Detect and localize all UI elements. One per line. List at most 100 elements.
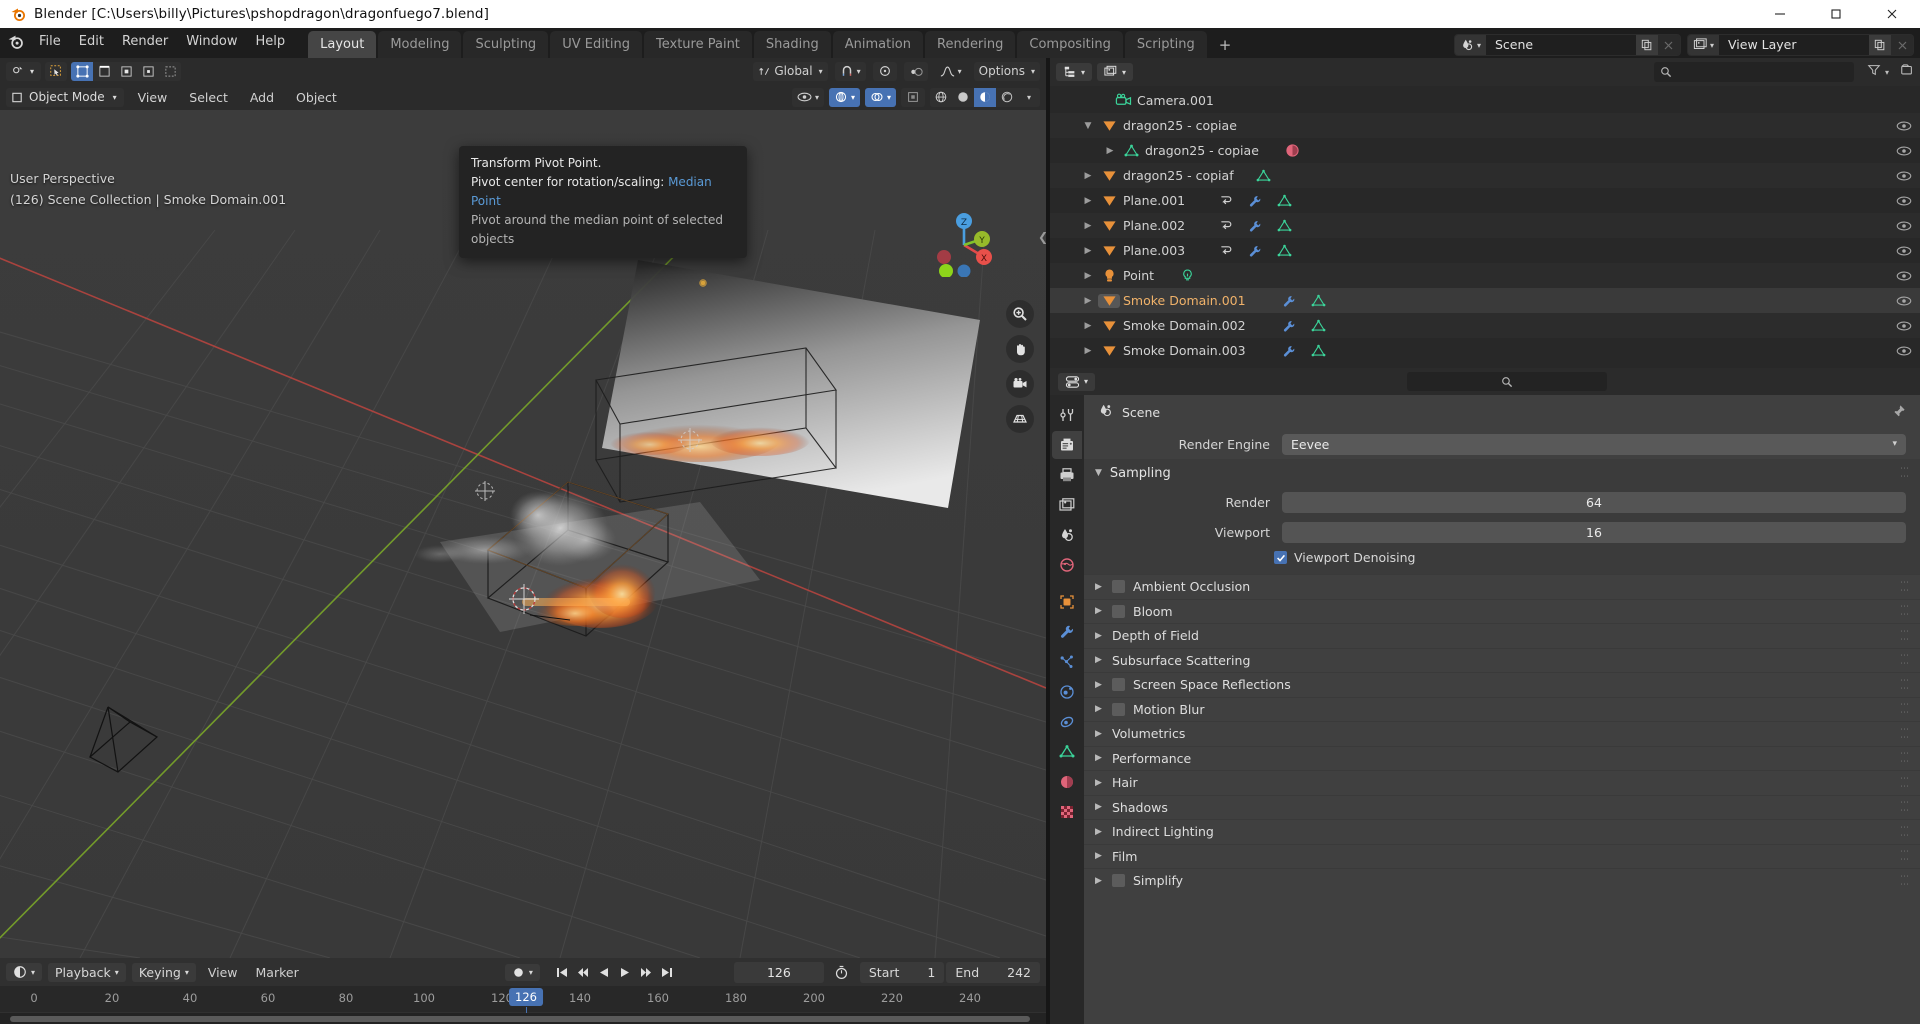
playback-menu[interactable]: Playback ▾ (48, 962, 126, 982)
tab-layout[interactable]: Layout (308, 31, 377, 58)
viewport-menu-object[interactable]: Object (288, 90, 345, 105)
add-workspace-button[interactable]: + (1209, 32, 1242, 58)
ortho-perspective-icon[interactable] (1006, 405, 1034, 433)
jump-to-start-icon[interactable] (552, 962, 572, 982)
chevron-right-icon[interactable]: ▶ (1078, 221, 1098, 231)
mesh-data-icon[interactable] (1311, 319, 1326, 333)
edge-select-icon[interactable] (93, 61, 116, 81)
outliner-row-dragon25-copiae[interactable]: ▼ dragon25 - copiae (1050, 113, 1920, 138)
3d-viewport[interactable]: ▾ Global ▾ ▾ ▾ Options ▾ Object Mode ▾ V… (0, 58, 1046, 958)
select-mode-group[interactable] (45, 61, 68, 81)
transform-orientation-selector[interactable]: Global ▾ (753, 61, 828, 81)
chevron-right-icon[interactable]: ▶ (1078, 171, 1098, 181)
mesh-data-icon[interactable] (1311, 344, 1326, 358)
face-dot-select-icon[interactable] (137, 61, 160, 81)
snapping-magnet-button[interactable]: ▾ (834, 61, 866, 81)
tab-scene[interactable] (1052, 521, 1082, 549)
mesh-data-icon[interactable] (1277, 194, 1292, 208)
outliner-row-camera-001[interactable]: Camera.001 (1050, 88, 1920, 113)
next-keyframe-icon[interactable] (636, 962, 656, 982)
bloom-checkbox[interactable] (1112, 604, 1125, 618)
outliner-row-smoke-domain-002[interactable]: ▶ Smoke Domain.002 (1050, 313, 1920, 338)
panel-simplify[interactable]: ▶ Simplify ⋯ ⋯ (1084, 868, 1920, 893)
panel-subsurface-scattering[interactable]: ▶ Subsurface Scattering ⋯ ⋯ (1084, 647, 1920, 673)
navigation-gizmo[interactable]: Z X Y (924, 205, 996, 278)
properties-search-input[interactable] (1406, 372, 1607, 391)
tab-animation[interactable]: Animation (832, 31, 923, 58)
outliner-row-visibility[interactable] (1896, 120, 1912, 132)
panel-shadows[interactable]: ▶ Shadows ⋯ ⋯ (1084, 794, 1920, 820)
tab-output[interactable] (1052, 461, 1082, 489)
viewport-options-button[interactable]: Options ▾ (973, 61, 1040, 81)
tab-constraints[interactable] (1052, 708, 1082, 736)
outliner-row-visibility[interactable] (1896, 245, 1912, 257)
tab-texture[interactable] (1052, 798, 1082, 826)
timeline-scrollbar-track[interactable] (0, 1013, 1046, 1024)
tab-object[interactable] (1052, 588, 1082, 616)
timeline-ruler[interactable]: 0 20 40 60 80 100 120 140 160 180 200 22… (0, 986, 1046, 1013)
keying-menu[interactable]: Keying ▾ (131, 962, 196, 982)
shading-mode-group[interactable]: ▾ (930, 87, 1040, 107)
outliner-row-plane-002[interactable]: ▶ Plane.002 (1050, 213, 1920, 238)
timeline-marker-menu[interactable]: Marker (250, 965, 305, 980)
panel-indirect-lighting[interactable]: ▶ Indirect Lighting ⋯ ⋯ (1084, 819, 1920, 844)
modifier-icon[interactable] (1248, 194, 1263, 208)
proportional-falloff-button[interactable]: ▾ (935, 62, 967, 81)
outliner-row-visibility[interactable] (1896, 295, 1912, 307)
viewport-menu-view[interactable]: View (130, 90, 176, 105)
scene-selector[interactable]: ▾ Scene (1453, 34, 1681, 56)
sampling-panel-header[interactable]: ▼ Sampling ⋯ ⋯ (1084, 459, 1920, 487)
outliner-row-plane-003[interactable]: ▶ Plane.003 (1050, 238, 1920, 263)
select-through-icon[interactable] (159, 61, 182, 81)
tab-modeling[interactable]: Modeling (378, 31, 462, 58)
blender-menu-logo-icon[interactable] (0, 28, 30, 58)
play-reverse-icon[interactable] (594, 962, 614, 982)
modifier-icon[interactable] (1282, 319, 1297, 333)
chevron-right-icon[interactable]: ▶ (1100, 146, 1120, 156)
panel-hair[interactable]: ▶ Hair ⋯ ⋯ (1084, 770, 1920, 795)
tab-rendering[interactable]: Rendering (925, 31, 1016, 58)
modifier-icon[interactable] (1248, 219, 1263, 233)
viewport-samples-field[interactable]: 16 (1282, 521, 1906, 543)
tab-texture-paint[interactable]: Texture Paint (644, 31, 752, 58)
tab-sculpting[interactable]: Sculpting (463, 31, 549, 58)
tab-particles[interactable] (1052, 648, 1082, 676)
rendered-shading-icon[interactable] (996, 87, 1018, 107)
outliner-row-dragon25-copiae-mesh[interactable]: ▶ dragon25 - copiae (1050, 138, 1920, 163)
timeline-view-menu[interactable]: View (202, 965, 244, 980)
screen-space-reflections-checkbox[interactable] (1112, 678, 1125, 692)
tab-physics[interactable] (1052, 678, 1082, 706)
modifier-icon[interactable] (1282, 344, 1297, 358)
outliner-row-visibility[interactable] (1896, 270, 1912, 282)
properties-editor[interactable]: ▾ Scene Render Engine Eevee ▾ ▼ Sampling… (1050, 368, 1920, 1024)
outliner-tree[interactable]: Camera.001 ▼ dragon25 - copiae ▶ dragon2… (1050, 86, 1920, 363)
outliner-search-input[interactable] (1653, 62, 1854, 82)
physics-icon[interactable] (1219, 194, 1234, 208)
outliner-filter-dropdown-icon[interactable]: ▾ (1885, 68, 1889, 77)
mesh-select-mode-group[interactable] (71, 61, 182, 81)
timeline-editor[interactable]: ▾ Playback ▾ Keying ▾ View Marker ▾ 126 … (0, 958, 1046, 1024)
outliner-row-visibility[interactable] (1896, 345, 1912, 357)
tab-material[interactable] (1052, 768, 1082, 796)
vertex-select-icon[interactable] (71, 61, 94, 81)
outliner-row-plane-001[interactable]: ▶ Plane.001 (1050, 188, 1920, 213)
viewport-denoising-checkbox[interactable] (1274, 551, 1287, 564)
tab-modifiers[interactable] (1052, 618, 1082, 646)
properties-editor-type-selector[interactable]: ▾ (1058, 372, 1096, 391)
overlays-toggle-button[interactable]: ▾ (864, 87, 896, 107)
material-icon[interactable] (1285, 143, 1300, 158)
mesh-data-icon[interactable] (1256, 169, 1271, 183)
physics-icon[interactable] (1219, 219, 1234, 233)
outliner-row-visibility[interactable] (1896, 320, 1912, 332)
view-layer-name[interactable]: View Layer (1719, 35, 1869, 55)
active-tool-button[interactable]: ▾ (6, 61, 42, 81)
chevron-right-icon[interactable]: ▶ (1078, 196, 1098, 206)
simplify-checkbox[interactable] (1112, 874, 1125, 888)
ambient-occlusion-checkbox[interactable] (1112, 580, 1125, 594)
pan-hand-icon[interactable] (1006, 335, 1034, 363)
tab-uv-editing[interactable]: UV Editing (550, 31, 643, 58)
jump-to-end-icon[interactable] (657, 962, 677, 982)
xray-toggle-button[interactable] (901, 87, 925, 107)
previous-keyframe-icon[interactable] (573, 962, 593, 982)
play-icon[interactable] (615, 962, 635, 982)
